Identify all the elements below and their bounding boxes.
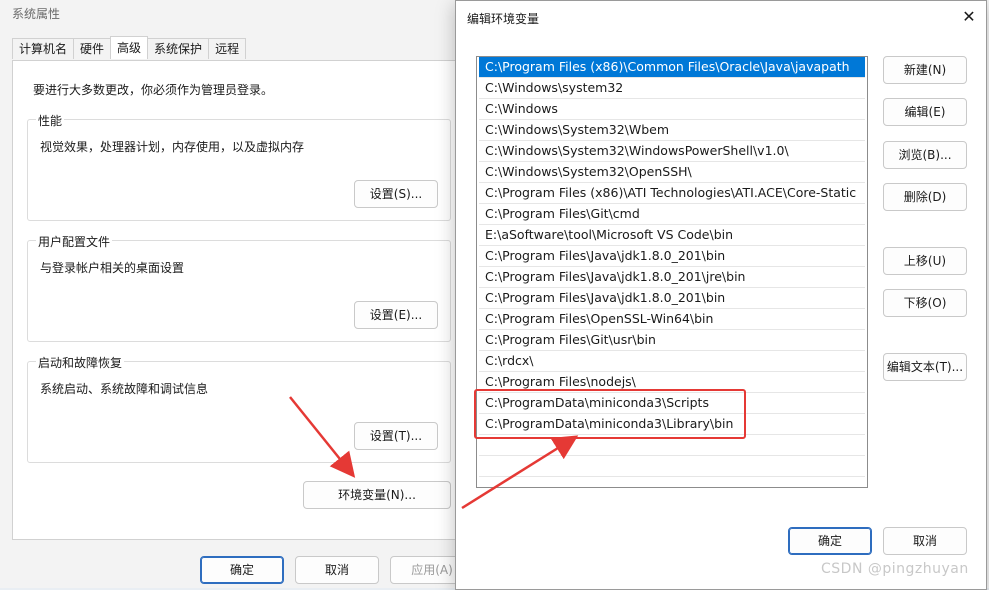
performance-settings-button[interactable]: 设置(S)... bbox=[354, 180, 438, 208]
performance-desc: 视觉效果，处理器计划，内存使用，以及虚拟内存 bbox=[40, 140, 305, 154]
startup-recovery-title: 启动和故障恢复 bbox=[36, 354, 125, 371]
list-item[interactable]: E:\aSoftware\tool\Microsoft VS Code\bin bbox=[479, 225, 865, 246]
list-item[interactable]: C:\Windows\system32 bbox=[479, 78, 865, 99]
tab-hardware[interactable]: 硬件 bbox=[73, 38, 112, 59]
delete-button[interactable]: 删除(D) bbox=[883, 183, 967, 211]
list-item[interactable]: C:\Program Files\Git\usr\bin bbox=[479, 330, 865, 351]
list-item[interactable]: C:\Program Files (x86)\ATI Technologies\… bbox=[479, 183, 865, 204]
list-item[interactable]: C:\Program Files\OpenSSL-Win64\bin bbox=[479, 309, 865, 330]
move-down-button[interactable]: 下移(O) bbox=[883, 289, 967, 317]
user-profiles-settings-button[interactable]: 设置(E)... bbox=[354, 301, 438, 329]
edit-text-button[interactable]: 编辑文本(T)... bbox=[883, 353, 967, 381]
startup-recovery-group: 启动和故障恢复 系统启动、系统故障和调试信息 设置(T)... bbox=[27, 354, 451, 463]
watermark: CSDN @pingzhuyan bbox=[821, 561, 969, 577]
list-item[interactable]: C:\Program Files (x86)\Common Files\Orac… bbox=[479, 57, 865, 78]
performance-group: 性能 视觉效果，处理器计划，内存使用，以及虚拟内存 设置(S)... bbox=[27, 112, 451, 221]
edit-environment-variable-dialog: 编辑环境变量 ✕ C:\Program Files (x86)\Common F… bbox=[455, 0, 987, 590]
new-button[interactable]: 新建(N) bbox=[883, 56, 967, 84]
list-item-empty[interactable] bbox=[479, 456, 865, 477]
edit-button[interactable]: 编辑(E) bbox=[883, 98, 967, 126]
system-properties-footer: 确定 取消 应用(A) bbox=[0, 548, 480, 588]
environment-variables-button[interactable]: 环境变量(N)... bbox=[303, 481, 451, 509]
ok-button[interactable]: 确定 bbox=[200, 556, 284, 584]
list-item[interactable]: C:\Windows\System32\Wbem bbox=[479, 120, 865, 141]
dialog-cancel-button[interactable]: 取消 bbox=[883, 527, 967, 555]
admin-note: 要进行大多数更改，你必须作为管理员登录。 bbox=[33, 83, 274, 97]
list-item[interactable]: C:\Program Files\Java\jdk1.8.0_201\jre\b… bbox=[479, 267, 865, 288]
user-profiles-group: 用户配置文件 与登录帐户相关的桌面设置 设置(E)... bbox=[27, 233, 451, 342]
advanced-tab-panel: 要进行大多数更改，你必须作为管理员登录。 性能 视觉效果，处理器计划，内存使用，… bbox=[12, 60, 464, 540]
list-item[interactable]: C:\Program Files\Git\cmd bbox=[479, 204, 865, 225]
move-up-button[interactable]: 上移(U) bbox=[883, 247, 967, 275]
list-item[interactable]: C:\Windows\System32\OpenSSH\ bbox=[479, 162, 865, 183]
dialog-title: 编辑环境变量 bbox=[467, 12, 540, 26]
dialog-ok-button[interactable]: 确定 bbox=[788, 527, 872, 555]
startup-recovery-settings-button[interactable]: 设置(T)... bbox=[354, 422, 438, 450]
tab-system-protection[interactable]: 系统保护 bbox=[147, 38, 210, 59]
startup-recovery-desc: 系统启动、系统故障和调试信息 bbox=[40, 382, 209, 396]
annotation-highlight-box bbox=[474, 389, 746, 439]
list-item[interactable]: C:\Windows bbox=[479, 99, 865, 120]
tab-bar: 计算机名 硬件 高级 系统保护 远程 bbox=[12, 36, 247, 60]
list-item[interactable]: C:\Program Files\Java\jdk1.8.0_201\bin bbox=[479, 288, 865, 309]
tab-advanced[interactable]: 高级 bbox=[110, 36, 149, 59]
window-title: 系统属性 bbox=[12, 7, 61, 21]
list-item[interactable]: C:\Windows\System32\WindowsPowerShell\v1… bbox=[479, 141, 865, 162]
list-item[interactable]: C:\rdcx\ bbox=[479, 351, 865, 372]
performance-title: 性能 bbox=[36, 112, 65, 129]
browse-button[interactable]: 浏览(B)... bbox=[883, 141, 967, 169]
tab-remote[interactable]: 远程 bbox=[208, 38, 247, 59]
user-profiles-desc: 与登录帐户相关的桌面设置 bbox=[40, 261, 185, 275]
close-icon[interactable]: ✕ bbox=[959, 7, 979, 27]
list-item[interactable]: C:\Program Files\Java\jdk1.8.0_201\bin bbox=[479, 246, 865, 267]
user-profiles-title: 用户配置文件 bbox=[36, 233, 113, 250]
tab-computer-name[interactable]: 计算机名 bbox=[12, 38, 75, 59]
system-properties-window: 系统属性 计算机名 硬件 高级 系统保护 远程 要进行大多数更改，你必须作为管理… bbox=[0, 0, 481, 588]
cancel-button[interactable]: 取消 bbox=[295, 556, 379, 584]
